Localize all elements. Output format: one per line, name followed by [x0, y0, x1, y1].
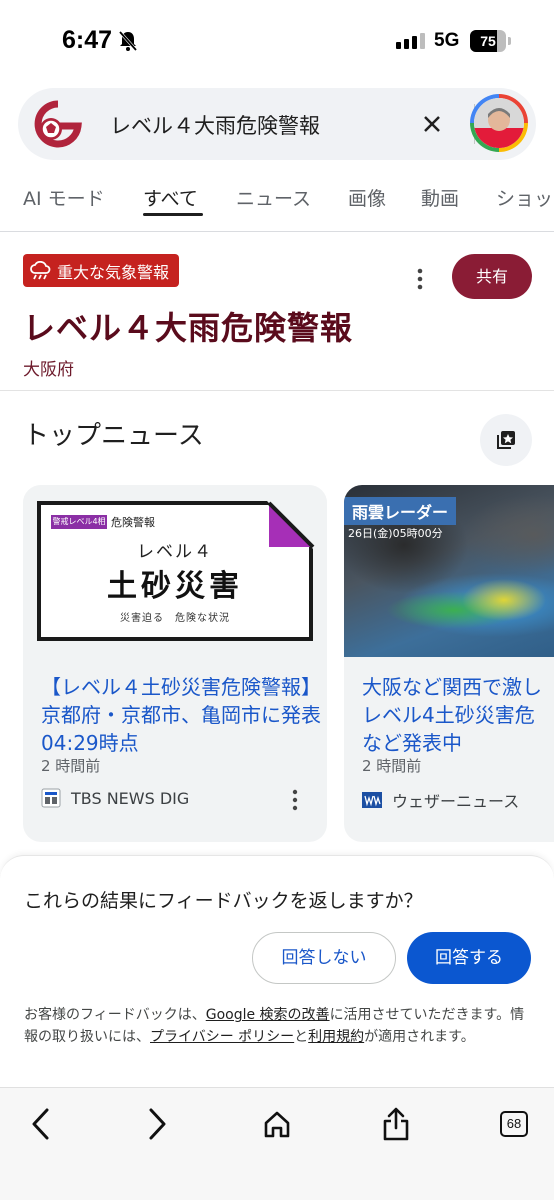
- feedback-panel: これらの結果にフィードバックを返しますか？ 回答しない 回答する お客様のフィー…: [0, 855, 554, 1087]
- back-button[interactable]: [20, 1104, 60, 1144]
- chevron-right-icon: [149, 1108, 166, 1140]
- status-time: 6:47: [62, 26, 113, 54]
- source-name: TBS NEWS DIG: [71, 788, 190, 808]
- search-input[interactable]: レベル４大雨危険警報: [110, 110, 320, 140]
- tbs-logo-icon: [41, 788, 61, 808]
- disclaimer-text: が適用されます。: [364, 1029, 475, 1045]
- thumbnail-label: 危険警報: [111, 516, 155, 529]
- radar-date: 26日(金)05時00分: [348, 527, 443, 540]
- feedback-disclaimer: お客様のフィードバックは、Google 検索の改善に活用させていただきます。情報…: [24, 1004, 534, 1048]
- tab-images[interactable]: 画像: [348, 184, 386, 211]
- status-bar: 6:47 5G 75: [0, 0, 554, 84]
- clear-search-button[interactable]: [416, 108, 448, 140]
- privacy-policy-link[interactable]: プライバシー ポリシー: [150, 1029, 294, 1045]
- news-card[interactable]: 警戒レベル4相当 危険警報 レベル４ 土砂災害 災害迫る 危険な状況 【レベル４…: [23, 485, 327, 842]
- news-thumbnail: 雨雲レーダー 26日(金)05時00分: [344, 485, 554, 657]
- tab-videos[interactable]: 動画: [421, 184, 459, 211]
- news-card[interactable]: 雨雲レーダー 26日(金)05時00分 大阪など関西で激し レベル4土砂災害危 …: [344, 485, 554, 842]
- news-headline[interactable]: 【レベル４土砂災害危険警報】京都府・京都市、亀岡市に発表 04:29時点: [41, 673, 323, 757]
- tabs-count: 68: [500, 1111, 528, 1137]
- news-stack-icon: [497, 431, 515, 449]
- headline-line: レベル4土砂災害危: [362, 703, 535, 727]
- battery-cap: [508, 37, 511, 45]
- top-news-heading: トップニュース: [23, 421, 204, 451]
- share-button[interactable]: 共有: [452, 254, 532, 299]
- badge-label: 重大な気象警報: [57, 262, 170, 282]
- news-time: 2 時間前: [41, 757, 101, 775]
- news-source: TBS NEWS DIG: [41, 788, 189, 808]
- news-source: ウェザーニュース: [362, 788, 519, 812]
- google-logo-icon[interactable]: [34, 100, 82, 148]
- disclaimer-text: と: [294, 1029, 309, 1045]
- radar-title: 雨雲レーダー: [344, 497, 457, 525]
- section-divider: [0, 390, 554, 391]
- home-icon: [264, 1111, 290, 1138]
- tab-ai-mode[interactable]: AI モード: [23, 184, 105, 211]
- source-name: ウェザーニュース: [392, 792, 520, 811]
- alert-region: 大阪府: [23, 360, 74, 380]
- browser-toolbar: 68: [0, 1087, 554, 1200]
- feedback-question: これらの結果にフィードバックを返しますか？: [24, 890, 423, 912]
- search-improvement-link[interactable]: Google 検索の改善: [206, 1007, 330, 1023]
- news-time: 2 時間前: [362, 757, 422, 775]
- home-button[interactable]: [257, 1104, 297, 1144]
- bell-off-icon: [118, 30, 138, 56]
- news-collection-button[interactable]: [480, 414, 532, 466]
- thumbnail-caption: 災害迫る 危険な状況: [120, 613, 230, 624]
- terms-link[interactable]: 利用規約: [308, 1029, 364, 1045]
- severe-weather-badge: 重大な気象警報: [23, 254, 180, 287]
- tab-shopping[interactable]: ショッ: [496, 184, 553, 211]
- thumbnail-tag: 警戒レベル4相当: [51, 515, 107, 540]
- forward-button[interactable]: [138, 1104, 178, 1144]
- network-type: 5G: [434, 30, 460, 51]
- news-headline[interactable]: 大阪など関西で激し レベル4土砂災害危 など発表中: [362, 673, 554, 757]
- tab-all[interactable]: すべて: [143, 184, 198, 211]
- weathernews-logo-icon: [362, 792, 382, 808]
- avatar-photo: [474, 98, 524, 148]
- search-bar[interactable]: レベル４大雨危険警報: [18, 88, 536, 160]
- tab-news[interactable]: ニュース: [236, 184, 311, 211]
- thumbnail-level: レベル４: [137, 542, 213, 562]
- share-icon: [383, 1107, 409, 1141]
- search-tabs: AI モード すべて ニュース 画像 動画 ショッ: [0, 170, 554, 232]
- headline-line: 大阪など関西で激し: [362, 675, 542, 699]
- disclaimer-text: お客様のフィードバックは、: [24, 1007, 206, 1023]
- chevron-left-icon: [32, 1108, 49, 1140]
- battery-icon: 75: [470, 30, 506, 52]
- account-avatar[interactable]: [470, 94, 528, 152]
- give-feedback-button[interactable]: 回答する: [407, 932, 531, 984]
- battery-percent: 75: [480, 33, 496, 49]
- thumbnail-headline: 土砂災害: [107, 569, 243, 604]
- news-thumbnail: 警戒レベル4相当 危険警報 レベル４ 土砂災害 災害迫る 危険な状況: [23, 485, 327, 657]
- rain-cloud-icon: [30, 260, 51, 279]
- decline-feedback-button[interactable]: 回答しない: [252, 932, 396, 984]
- alert-title: レベル４大雨危険警報: [23, 309, 354, 347]
- active-tab-indicator: [143, 213, 203, 216]
- close-icon: [424, 116, 440, 132]
- cellular-signal-icon: [396, 33, 425, 49]
- more-options-icon[interactable]: [410, 266, 430, 292]
- headline-line: など発表中: [362, 731, 462, 755]
- share-page-button[interactable]: [376, 1104, 416, 1144]
- tabs-button[interactable]: 68: [494, 1104, 534, 1144]
- card-more-options-icon[interactable]: [289, 789, 301, 815]
